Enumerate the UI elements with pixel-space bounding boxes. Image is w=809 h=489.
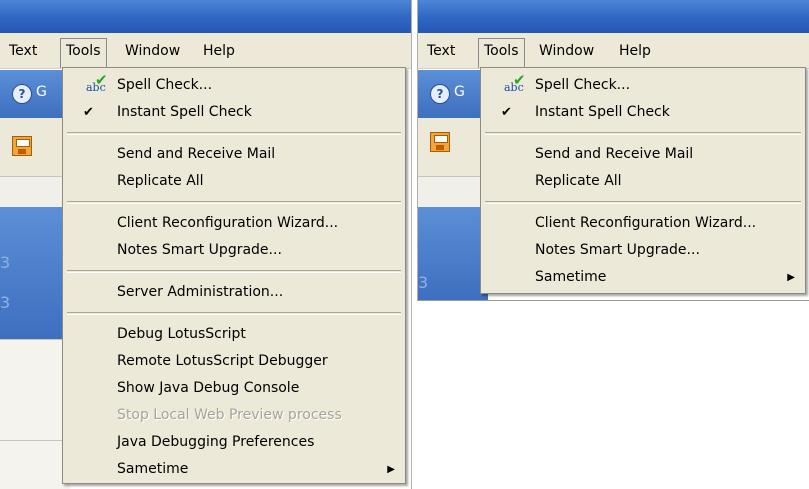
menu-bar: Text Tools Window Help: [418, 33, 809, 69]
menu-tools[interactable]: Tools: [60, 38, 107, 68]
menu-item-server-administration[interactable]: Server Administration...: [63, 279, 405, 306]
bookmark-bar: ? G: [0, 70, 70, 118]
menu-separator: [67, 270, 401, 273]
checkmark-icon: ✔: [83, 105, 94, 120]
help-label: G: [454, 84, 465, 100]
faint-background-glyph: 3: [0, 293, 11, 312]
submenu-arrow-icon: ▶: [387, 464, 395, 475]
menu-item-label: Debug LotusScript: [117, 326, 246, 342]
tools-dropdown-menu: abc ✔ Spell Check... ✔ Instant Spell Chec…: [62, 67, 406, 484]
menu-item-notes-smart-upgrade[interactable]: Notes Smart Upgrade...: [481, 237, 805, 264]
menu-item-label: Client Reconfiguration Wizard...: [535, 215, 757, 231]
menu-item-label: Server Administration...: [117, 284, 284, 300]
menu-item-label: Sametime: [535, 269, 607, 285]
menu-item-send-receive-mail[interactable]: Send and Receive Mail: [63, 141, 405, 168]
menu-item-java-debugging-preferences[interactable]: Java Debugging Preferences: [63, 429, 405, 456]
menu-item-label: Notes Smart Upgrade...: [535, 242, 700, 258]
menu-item-label: Sametime: [117, 461, 189, 477]
menu-item-notes-smart-upgrade[interactable]: Notes Smart Upgrade...: [63, 237, 405, 264]
spell-check-icon: abc ✔: [504, 71, 526, 95]
menu-item-debug-lotusscript[interactable]: Debug LotusScript: [63, 321, 405, 348]
checkmark-icon: ✔: [501, 105, 512, 120]
menu-item-instant-spell-check[interactable]: ✔ Instant Spell Check: [63, 99, 405, 126]
menu-item-label: Show Java Debug Console: [117, 380, 300, 396]
menu-item-sametime[interactable]: Sametime ▶: [481, 264, 805, 291]
content-area: [0, 339, 70, 489]
menu-separator: [485, 201, 801, 204]
menu-bar: Text Tools Window Help: [0, 33, 411, 69]
help-label: G: [36, 84, 47, 100]
bookmark-bar: ? G: [418, 70, 488, 118]
spell-check-icon: abc ✔: [86, 71, 108, 95]
menu-help[interactable]: Help: [198, 39, 240, 63]
title-bar: [0, 0, 411, 33]
menu-item-label: Spell Check...: [535, 77, 631, 93]
menu-item-instant-spell-check[interactable]: ✔ Instant Spell Check: [481, 99, 805, 126]
menu-item-client-reconfiguration-wizard[interactable]: Client Reconfiguration Wizard...: [481, 210, 805, 237]
menu-item-show-java-debug-console[interactable]: Show Java Debug Console: [63, 375, 405, 402]
menu-item-replicate-all[interactable]: Replicate All: [63, 168, 405, 195]
menu-help[interactable]: Help: [614, 39, 656, 63]
menu-window[interactable]: Window: [120, 39, 185, 63]
submenu-arrow-icon: ▶: [787, 272, 795, 283]
menu-item-label: Java Debugging Preferences: [117, 434, 315, 450]
menu-item-send-receive-mail[interactable]: Send and Receive Mail: [481, 141, 805, 168]
menu-separator: [67, 201, 401, 204]
menu-window[interactable]: Window: [534, 39, 599, 63]
save-icon[interactable]: [12, 136, 32, 156]
save-icon[interactable]: [430, 132, 450, 152]
menu-item-label: Client Reconfiguration Wizard...: [117, 215, 339, 231]
tools-dropdown-menu: abc ✔ Spell Check... ✔ Instant Spell Chec…: [480, 67, 806, 294]
menu-item-label: Replicate All: [535, 173, 622, 189]
toolbar: [0, 118, 70, 177]
menu-separator: [67, 312, 401, 315]
left-screenshot-panel: Text Tools Window Help ? G 3 3 abc ✔ Spel…: [0, 0, 412, 489]
menu-separator: [67, 132, 401, 135]
menu-item-spell-check[interactable]: abc ✔ Spell Check...: [481, 72, 805, 99]
title-bar: [418, 0, 809, 33]
menu-text[interactable]: Text: [422, 39, 460, 63]
faint-background-glyph: 3: [0, 253, 11, 272]
tab-strip: [0, 177, 70, 207]
menu-item-remote-lotusscript-debugger[interactable]: Remote LotusScript Debugger: [63, 348, 405, 375]
help-icon[interactable]: ?: [430, 84, 450, 104]
right-screenshot-panel: Text Tools Window Help ? G 3 abc ✔ Spell …: [417, 0, 809, 301]
menu-item-replicate-all[interactable]: Replicate All: [481, 168, 805, 195]
menu-item-label: Send and Receive Mail: [117, 146, 276, 162]
tab-strip: [418, 177, 488, 207]
menu-text[interactable]: Text: [4, 39, 42, 63]
navigation-pane: 3 3: [0, 207, 70, 339]
menu-item-label: Instant Spell Check: [535, 104, 670, 120]
menu-item-label: Notes Smart Upgrade...: [117, 242, 282, 258]
help-icon[interactable]: ?: [12, 84, 32, 104]
menu-item-client-reconfiguration-wizard[interactable]: Client Reconfiguration Wizard...: [63, 210, 405, 237]
navigation-pane: 3: [418, 207, 488, 300]
menu-item-label: Remote LotusScript Debugger: [117, 353, 328, 369]
menu-separator: [485, 132, 801, 135]
faint-background-glyph: 3: [418, 273, 429, 292]
menu-item-label: Send and Receive Mail: [535, 146, 694, 162]
menu-item-label: Stop Local Web Preview process: [117, 407, 342, 423]
menu-item-label: Spell Check...: [117, 77, 213, 93]
menu-item-spell-check[interactable]: abc ✔ Spell Check...: [63, 72, 405, 99]
toolbar: [418, 118, 488, 177]
menu-item-stop-local-web-preview: Stop Local Web Preview process: [63, 402, 405, 429]
menu-tools[interactable]: Tools: [478, 38, 525, 68]
menu-item-label: Instant Spell Check: [117, 104, 252, 120]
menu-item-sametime[interactable]: Sametime ▶: [63, 456, 405, 483]
menu-item-label: Replicate All: [117, 173, 204, 189]
